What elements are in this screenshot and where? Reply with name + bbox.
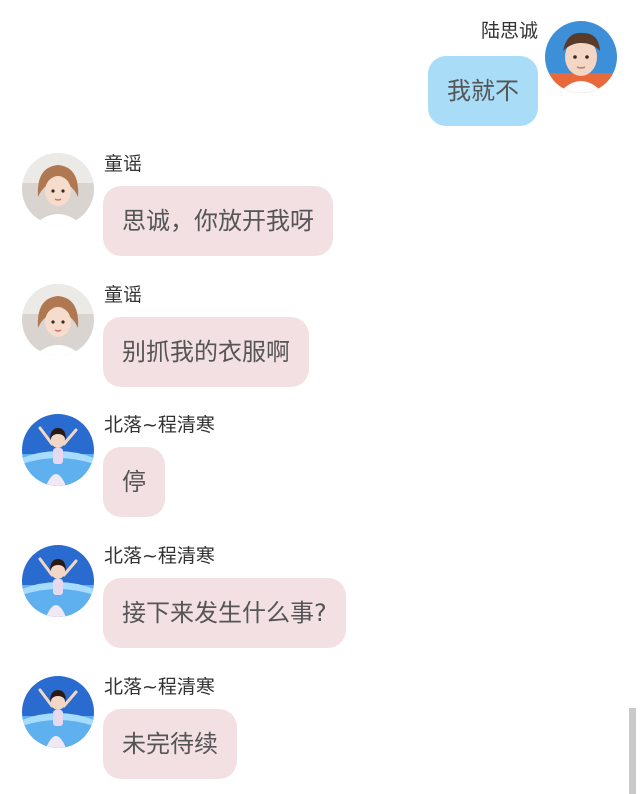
message-bubble[interactable]: 停 xyxy=(103,447,165,517)
message-bubble[interactable]: 未完待续 xyxy=(103,709,237,779)
chat-thread: 陆思诚 我就不 童谣 思诚，你放开我呀 童谣 别抓我的衣服啊 北落~程清寒 停 … xyxy=(0,0,640,794)
message-bubble[interactable]: 我就不 xyxy=(428,56,538,126)
sender-name: 陆思诚 xyxy=(480,20,538,42)
avatar-girl-brown-hair-icon[interactable] xyxy=(22,153,94,225)
avatar-girl-dancer-icon[interactable] xyxy=(22,545,94,617)
message-bubble[interactable]: 别抓我的衣服啊 xyxy=(103,317,309,387)
avatar-girl-brown-hair-icon[interactable] xyxy=(22,284,94,356)
avatar-girl-dancer-icon[interactable] xyxy=(22,676,94,748)
message-bubble[interactable]: 思诚，你放开我呀 xyxy=(103,186,333,256)
sender-name: 北落~程清寒 xyxy=(104,676,215,698)
sender-name: 北落~程清寒 xyxy=(104,414,215,436)
avatar-girl-dancer-icon[interactable] xyxy=(22,414,94,486)
avatar-boy-icon[interactable] xyxy=(545,21,617,93)
message-bubble[interactable]: 接下来发生什么事? xyxy=(103,578,346,648)
sender-name: 北落~程清寒 xyxy=(104,545,215,567)
sender-name: 童谣 xyxy=(104,153,143,175)
scrollbar-thumb[interactable] xyxy=(629,708,636,794)
sender-name: 童谣 xyxy=(104,284,143,306)
